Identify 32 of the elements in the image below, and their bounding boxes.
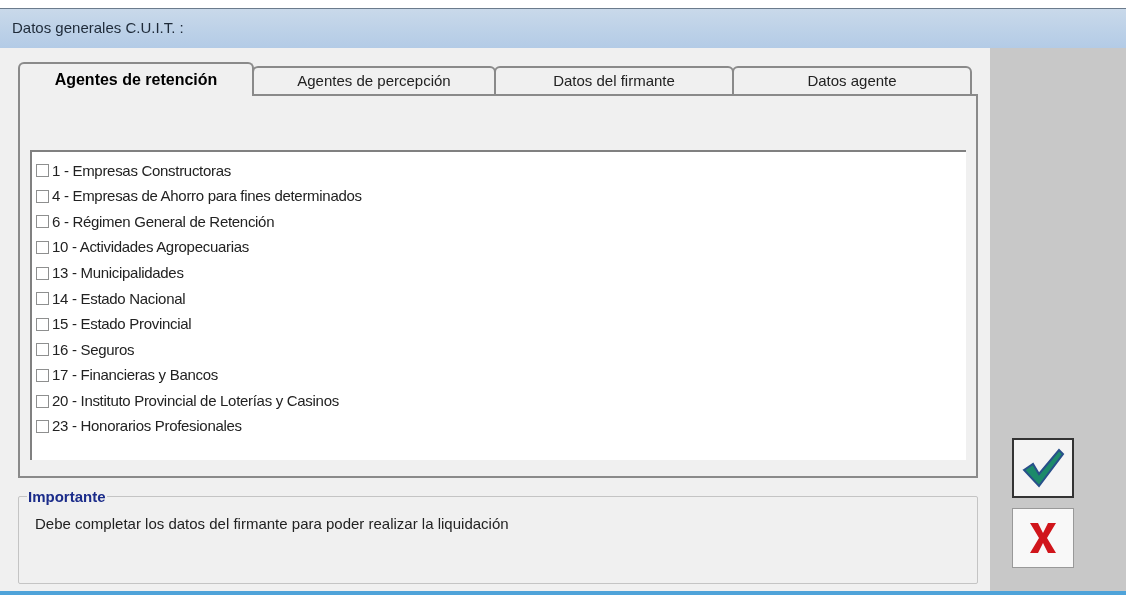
- checkbox[interactable]: [36, 369, 49, 383]
- checkbox-label: 13 - Municipalidades: [52, 262, 184, 283]
- tab[interactable]: Datos agente: [732, 66, 972, 96]
- notice-text: Debe completar los datos del firmante para poder realizar la liquidación: [35, 514, 509, 534]
- checkbox-label: 20 - Instituto Provincial de Loterías y Casinos: [52, 390, 339, 411]
- accept-button[interactable]: [1012, 438, 1074, 498]
- tab[interactable]: Datos del firmante: [494, 66, 734, 96]
- checkbox[interactable]: [36, 189, 49, 203]
- checkbox-label: 16 - Seguros: [52, 339, 135, 360]
- checkbox[interactable]: [36, 241, 49, 255]
- checkbox[interactable]: [36, 394, 49, 408]
- checkbox[interactable]: [36, 292, 49, 306]
- checkbox-label: 23 - Honorarios Profesionales: [52, 416, 242, 437]
- checkbox-label: 14 - Estado Nacional: [52, 288, 186, 309]
- checkbox-label: 10 - Actividades Agropecuarias: [52, 237, 249, 258]
- checkbox-label: 6 - Régimen General de Retención: [52, 211, 275, 232]
- checkbox[interactable]: [36, 266, 49, 280]
- tab[interactable]: Agentes de percepción: [252, 66, 496, 96]
- window-title: Datos generales C.U.I.T. :: [12, 18, 184, 39]
- checkbox[interactable]: [36, 420, 49, 434]
- checkbox[interactable]: [36, 317, 49, 331]
- checkbox[interactable]: [36, 343, 49, 357]
- checkbox-label: 1 - Empresas Constructoras: [52, 160, 231, 181]
- tab[interactable]: Agentes de retención: [18, 62, 254, 96]
- close-icon: [1028, 521, 1058, 555]
- checkbox[interactable]: [36, 215, 49, 229]
- checkbox-label: 17 - Financieras y Bancos: [52, 365, 218, 386]
- checkbox-label: 4 - Empresas de Ahorro para fines determinados: [52, 186, 362, 207]
- checkbox[interactable]: [36, 164, 49, 178]
- checkbox-label: 15 - Estado Provincial: [52, 314, 192, 335]
- checkmark-icon: [1021, 448, 1065, 488]
- cancel-button[interactable]: [1012, 508, 1074, 568]
